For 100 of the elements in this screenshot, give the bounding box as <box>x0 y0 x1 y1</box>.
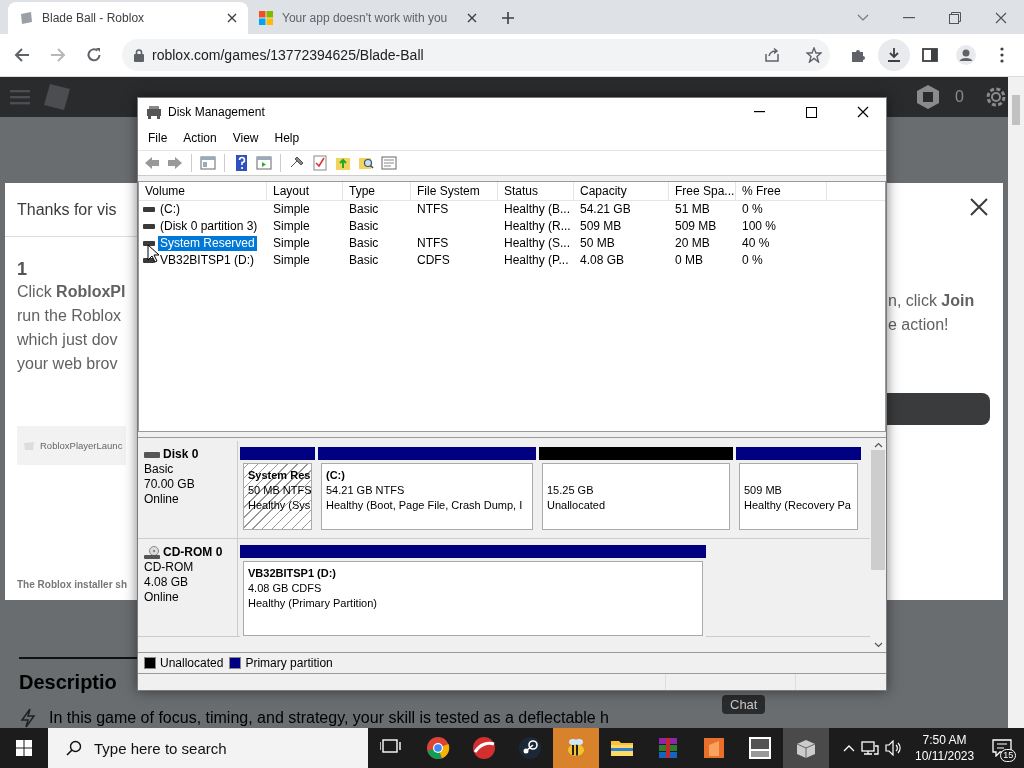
table-cell-text: Healthy (R... <box>503 218 572 235</box>
partition-text: Healthy (Recovery Pa <box>744 498 852 513</box>
window-title: Disk Management <box>168 105 266 119</box>
file-name: RobloxPlayerLaunc <box>40 440 123 451</box>
minimize-icon[interactable] <box>753 111 765 113</box>
close-icon[interactable] <box>226 12 238 24</box>
drive-icon <box>143 241 155 246</box>
column-header[interactable]: Status <box>498 182 574 200</box>
ball-app-icon <box>472 736 496 760</box>
share-icon[interactable] <box>764 47 780 63</box>
column-header[interactable]: File System <box>411 182 498 200</box>
sidebar-icon[interactable] <box>922 47 938 63</box>
back-icon[interactable] <box>14 47 30 63</box>
message-icon <box>992 739 1013 757</box>
menu-item[interactable]: View <box>224 131 267 145</box>
table-cell-text: 0 % <box>741 252 764 269</box>
search-field[interactable]: Type here to search <box>48 728 368 768</box>
address-bar[interactable]: roblox.com/games/13772394625/Blade-Ball <box>122 39 830 71</box>
chat-label[interactable]: Chat <box>722 695 766 714</box>
table-cell[interactable]: System Reserved <box>158 236 257 251</box>
checklist-icon[interactable] <box>312 155 328 171</box>
settings-icon[interactable] <box>984 85 1008 109</box>
cd-drive-icon <box>144 545 160 560</box>
table-cell-text: NTFS <box>416 201 450 218</box>
partition-block[interactable]: System Res 50 MB NTFS Healthy (Sys <box>240 447 315 533</box>
notification-button[interactable]: 15 <box>984 728 1021 768</box>
table-cell-text: 50 MB <box>579 235 616 252</box>
column-header[interactable]: Capacity <box>574 182 669 200</box>
partition-block[interactable]: 15.25 GB Unallocated <box>539 447 733 533</box>
disk-label[interactable]: Disk 0 Basic 70.00 GB Online <box>138 441 238 538</box>
panel-icon[interactable] <box>256 155 272 171</box>
network-icon[interactable] <box>861 740 879 756</box>
partition-name: (C:) <box>326 468 346 483</box>
instruction-text: which just dov <box>17 330 119 350</box>
instruction-text: run the Roblox <box>17 306 123 326</box>
drive-icon <box>146 105 162 119</box>
chevron-up-icon[interactable] <box>873 442 883 448</box>
column-header[interactable]: Free Spa... <box>669 182 736 200</box>
back-arrow-icon[interactable] <box>144 155 160 171</box>
search-placeholder: Type here to search <box>94 739 227 757</box>
disk-label[interactable]: CD-ROM 0 CD-ROM 4.08 GB Online <box>138 539 238 636</box>
close-icon[interactable] <box>857 106 869 118</box>
chevron-down-icon[interactable] <box>857 14 869 22</box>
maximize-icon[interactable] <box>805 106 817 118</box>
close-icon[interactable] <box>970 198 988 216</box>
table-cell-text: Simple <box>272 235 311 252</box>
search-icon <box>66 740 82 756</box>
file-chip[interactable]: RobloxPlayerLaunc <box>17 426 127 465</box>
reload-icon[interactable] <box>86 47 102 63</box>
table-cell-text: Healthy (S... <box>503 235 572 252</box>
tile-app-icon <box>702 736 726 760</box>
menu-item[interactable]: Action <box>175 131 225 145</box>
browser-tab[interactable]: Your app doesn't work with you <box>248 2 488 34</box>
table-cell[interactable]: (Disk 0 partition 3) <box>158 219 260 234</box>
partition-block[interactable]: (C:) 54.21 GB NTFS Healthy (Boot, Page File, Crash Dump, I <box>318 447 536 533</box>
star-icon[interactable] <box>806 47 822 63</box>
robux-icon[interactable] <box>915 84 942 110</box>
forward-arrow-icon[interactable] <box>167 155 183 171</box>
table-cell-text: 0 % <box>741 201 764 218</box>
column-header[interactable]: % Free <box>736 182 827 200</box>
download-icon[interactable] <box>886 47 902 63</box>
column-header[interactable]: Volume <box>139 182 267 200</box>
speaker-icon[interactable] <box>885 740 901 756</box>
table-cell-text: Simple <box>272 201 311 218</box>
drive-icon <box>143 207 155 212</box>
instruction-text: e action! <box>887 315 950 335</box>
disk-info: Online <box>144 590 180 605</box>
help-icon[interactable] <box>233 155 249 171</box>
table-cell[interactable]: (C:) <box>158 202 182 217</box>
column-header[interactable]: Type <box>343 182 411 200</box>
drive-icon <box>144 451 160 458</box>
table-cell-text: Simple <box>272 252 311 269</box>
table-cell-text: 509 MB <box>579 218 623 235</box>
menu-item[interactable]: Help <box>266 131 308 145</box>
column-header[interactable]: Layout <box>267 182 343 200</box>
table-cell-text: 509 MB <box>674 218 718 235</box>
partition-block[interactable]: VB32BITSP1 (D:) 4.08 GB CDFS Healthy (Primary Partition) <box>240 545 706 639</box>
table-cell-text: Basic <box>348 235 380 252</box>
close-icon[interactable] <box>466 12 478 24</box>
puzzle-icon[interactable] <box>850 47 866 63</box>
browser-tab[interactable]: Blade Ball - Roblox <box>8 2 248 34</box>
taskbar-button[interactable] <box>553 728 599 768</box>
menu-icon[interactable] <box>1000 47 1004 63</box>
table-cell[interactable]: VB32BITSP1 (D:) <box>158 253 257 268</box>
scrollbar[interactable] <box>1008 77 1024 728</box>
table-cell-text: CDFS <box>416 252 451 269</box>
table-cell-text: 20 MB <box>674 235 711 252</box>
restore-icon[interactable] <box>949 12 961 24</box>
partition-text: 509 MB <box>744 483 783 498</box>
clock[interactable]: 7:50 AM 10/11/2023 <box>915 732 975 764</box>
search-icon[interactable] <box>358 155 374 171</box>
table-cell-text: NTFS <box>416 235 450 252</box>
menu-item[interactable]: File <box>140 131 176 145</box>
profile-icon[interactable] <box>956 45 976 65</box>
folder-up-icon[interactable] <box>335 155 351 171</box>
chevron-down-icon[interactable] <box>873 642 883 648</box>
cursor-icon <box>147 244 159 263</box>
table-cell-text: Simple <box>272 218 311 235</box>
partition-block[interactable]: 509 MB Healthy (Recovery Pa <box>736 447 861 533</box>
new-tab-icon[interactable] <box>501 11 515 25</box>
